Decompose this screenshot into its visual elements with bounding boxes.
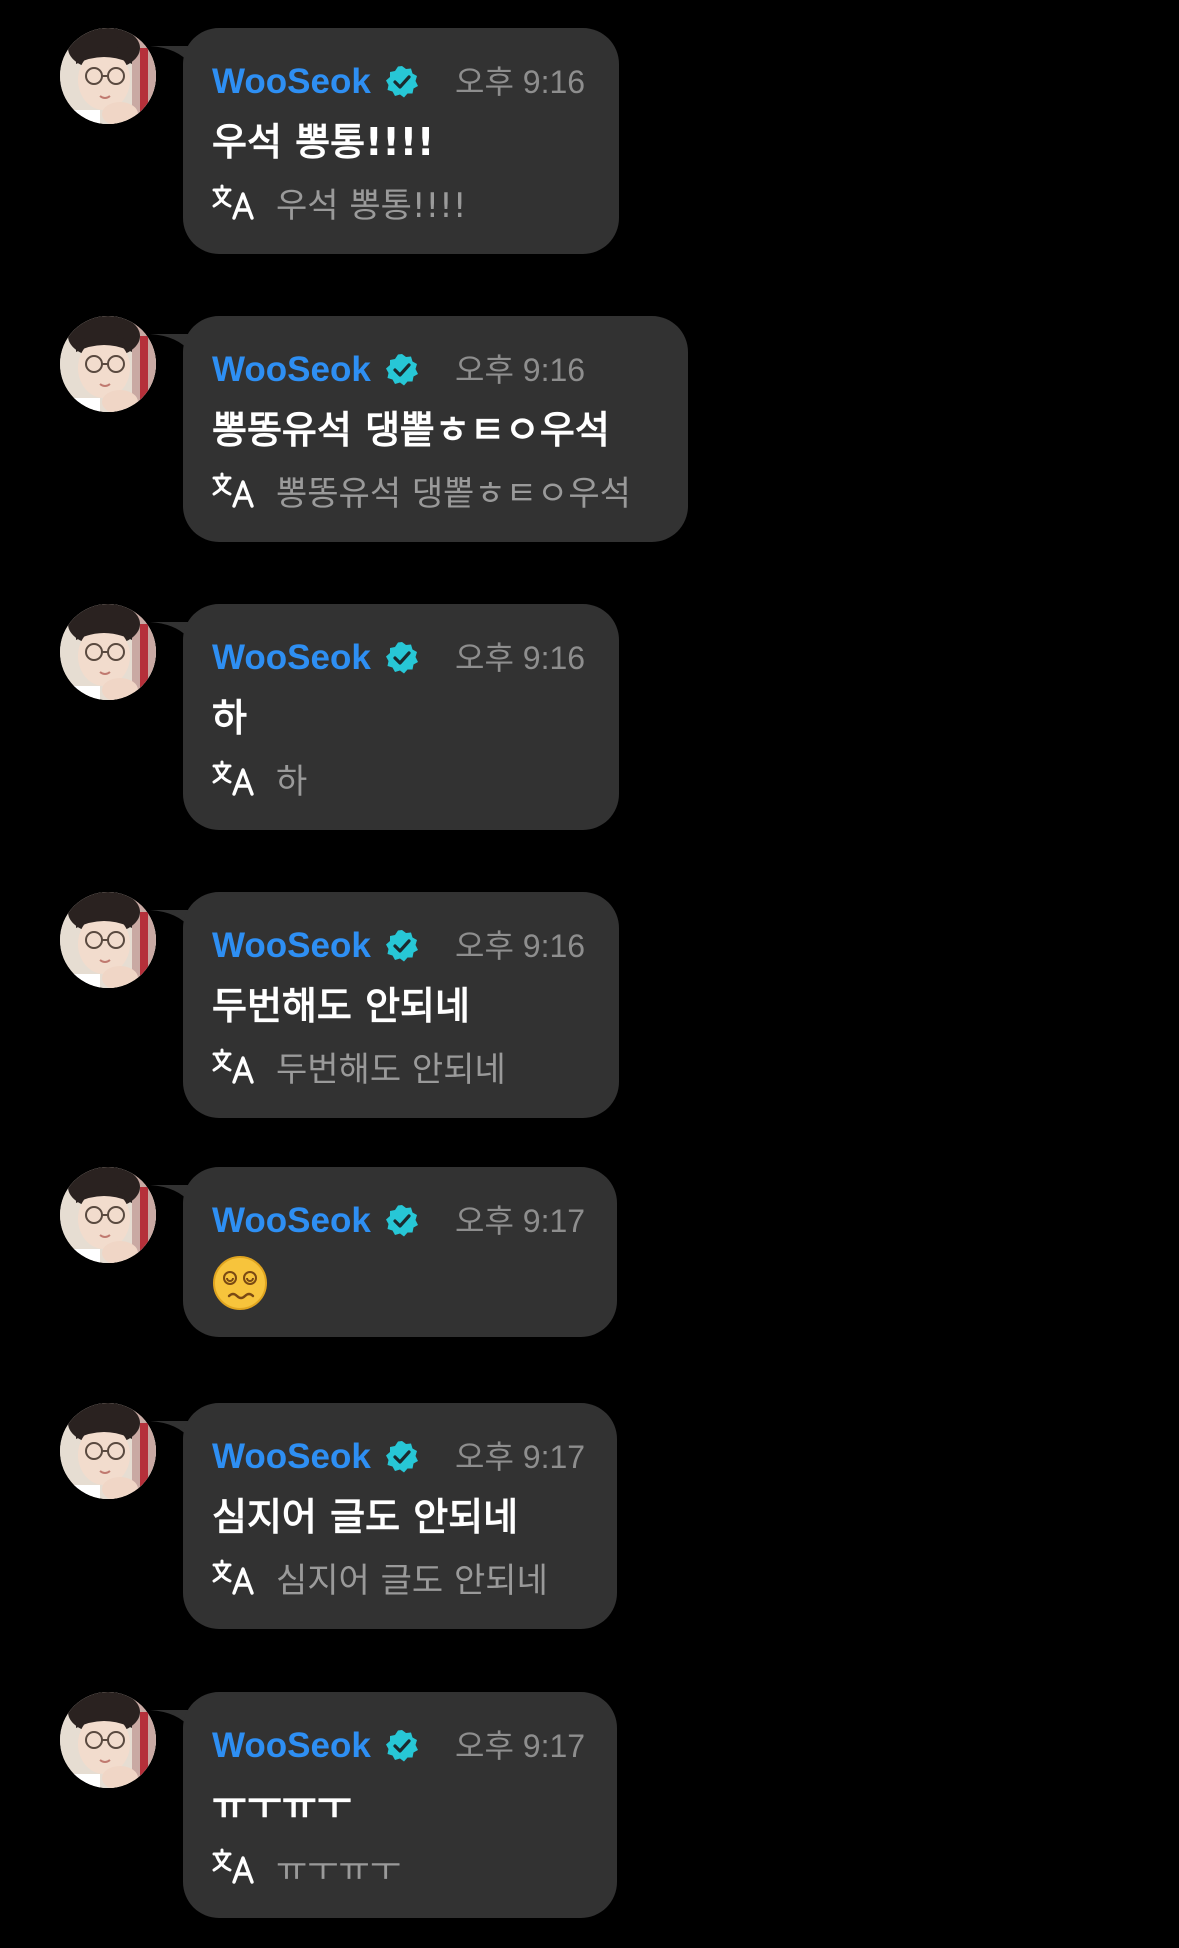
message-text: 우석 뽕통!!!! [212, 120, 435, 164]
translate-icon [212, 760, 254, 796]
author-row: WooSeok [212, 636, 419, 680]
timestamp: 오후 9:16 [455, 64, 586, 100]
avatar-image [60, 1403, 156, 1499]
author-row: WooSeok [212, 1724, 419, 1768]
timestamp: 오후 9:16 [455, 640, 586, 676]
message-text: 두번해도 안되네 [212, 984, 470, 1028]
verified-badge-icon [385, 1205, 418, 1237]
avatar[interactable] [60, 316, 156, 412]
verified-badge-icon [385, 1730, 418, 1762]
author-name[interactable]: WooSeok [212, 926, 371, 966]
avatar-image [60, 1692, 156, 1788]
avatar-image [60, 604, 156, 700]
author-row: WooSeok [212, 924, 419, 968]
message-text: ㅠㅜㅠㅜ [212, 1784, 352, 1828]
translation-row[interactable]: 심지어 글도 안되네 [212, 1553, 548, 1601]
message-bubble[interactable]: WooSeok 오후 9:17 심지어 글도 안되네 심지어 글도 안되네 [183, 1403, 617, 1629]
message-bubble[interactable]: WooSeok 오후 9:16 하 하 [183, 604, 619, 830]
author-name[interactable]: WooSeok [212, 1726, 371, 1766]
avatar[interactable] [60, 1692, 156, 1788]
translation-text: ㅠㅜㅠㅜ [276, 1849, 402, 1890]
message-bubble[interactable]: WooSeok 오후 9:16 뽕똥유석 댕뽙ㅎㅌㅇ우석 뽕똥유석 댕뽙ㅎㅌㅇ우… [183, 316, 688, 542]
translation-text: 하 [276, 761, 308, 802]
author-name[interactable]: WooSeok [212, 1201, 371, 1241]
translation-row[interactable]: 뽕똥유석 댕뽙ㅎㅌㅇ우석 [212, 466, 631, 514]
translate-icon [212, 472, 254, 508]
avatar-image [60, 892, 156, 988]
timestamp: 오후 9:16 [455, 352, 586, 388]
translation-row[interactable]: 하 [212, 754, 307, 802]
avatar[interactable] [60, 892, 156, 988]
message-bubble[interactable]: WooSeok 오후 9:16 두번해도 안되네 두번해도 안되네 [183, 892, 619, 1118]
message-text: 하 [212, 696, 247, 740]
avatar[interactable] [60, 28, 156, 124]
translate-icon [212, 1048, 254, 1084]
translate-icon [212, 1848, 254, 1884]
verified-badge-icon [385, 642, 418, 674]
translation-row[interactable]: 두번해도 안되네 [212, 1042, 506, 1090]
translation-text: 뽕똥유석 댕뽙ㅎㅌㅇ우석 [276, 473, 631, 514]
verified-badge-icon [385, 66, 418, 98]
author-name[interactable]: WooSeok [212, 1437, 371, 1477]
author-row: WooSeok [212, 1435, 419, 1479]
message-bubble[interactable]: WooSeok 오후 9:17 [183, 1167, 617, 1337]
timestamp: 오후 9:17 [455, 1203, 586, 1239]
translation-row[interactable]: ㅠㅜㅠㅜ [212, 1842, 401, 1890]
translation-text: 심지어 글도 안되네 [276, 1560, 548, 1601]
timestamp: 오후 9:17 [455, 1439, 586, 1475]
timestamp: 오후 9:16 [455, 928, 586, 964]
dizzy-face-emoji [213, 1256, 267, 1310]
message-text: 심지어 글도 안되네 [212, 1495, 519, 1539]
message-text: 뽕똥유석 댕뽙ㅎㅌㅇ우석 [212, 408, 610, 452]
translate-icon [212, 1559, 254, 1595]
author-row: WooSeok [212, 60, 419, 104]
translate-icon [212, 184, 254, 220]
author-row: WooSeok [212, 348, 419, 392]
author-name[interactable]: WooSeok [212, 638, 371, 678]
author-row: WooSeok [212, 1199, 419, 1243]
verified-badge-icon [385, 1441, 418, 1473]
translation-row[interactable]: 우석 뽕통!!!! [212, 178, 466, 226]
avatar[interactable] [60, 604, 156, 700]
avatar-image [60, 28, 156, 124]
avatar-image [60, 1167, 156, 1263]
author-name[interactable]: WooSeok [212, 350, 371, 390]
timestamp: 오후 9:17 [455, 1728, 586, 1764]
avatar[interactable] [60, 1403, 156, 1499]
verified-badge-icon [385, 354, 418, 386]
avatar[interactable] [60, 1167, 156, 1263]
avatar-image [60, 316, 156, 412]
message-bubble[interactable]: WooSeok 오후 9:17 ㅠㅜㅠㅜ ㅠㅜㅠㅜ [183, 1692, 617, 1918]
author-name[interactable]: WooSeok [212, 62, 371, 102]
translation-text: 우석 뽕통!!!! [276, 185, 467, 226]
verified-badge-icon [385, 930, 418, 962]
message-bubble[interactable]: WooSeok 오후 9:16 우석 뽕통!!!! 우석 뽕통!!!! [183, 28, 619, 254]
translation-text: 두번해도 안되네 [276, 1049, 506, 1090]
